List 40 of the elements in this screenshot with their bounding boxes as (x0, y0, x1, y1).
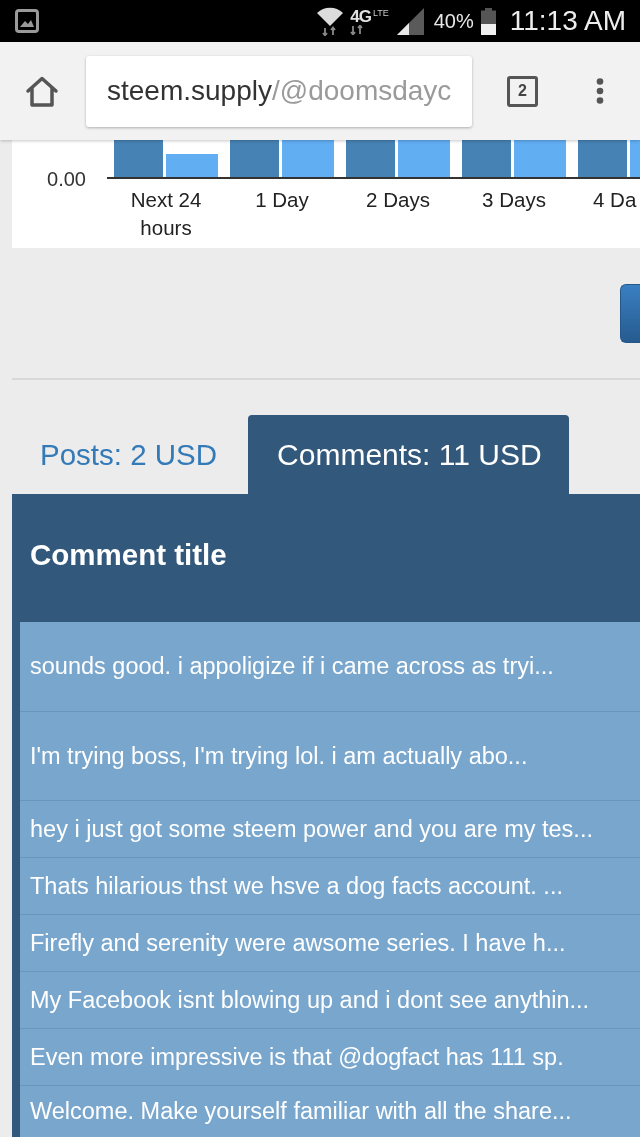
x-axis-label: 4 Da (592, 187, 638, 213)
comment-link[interactable]: sounds good. i appoligize if i came across as tryi... (20, 622, 640, 712)
network-type: 4G (350, 7, 371, 25)
clock: 11:13 AM (509, 5, 626, 37)
comment-link[interactable]: I'm trying boss, I'm trying lol. i am actually abo... (20, 712, 640, 801)
chart-bar (630, 140, 640, 177)
comment-link[interactable]: Firefly and serenity were awsome series. I have h... (20, 915, 640, 972)
chart-bar (114, 140, 163, 177)
panel-title: Comment title (29, 537, 228, 573)
chart-bar (282, 140, 334, 177)
network-subtype: LTE (372, 7, 389, 18)
tab-count-button[interactable]: 2 (507, 75, 538, 107)
comment-link[interactable]: Welcome. Make yourself familiar with all the share... (20, 1086, 640, 1137)
image-icon (15, 9, 39, 33)
tab[interactable]: Comments: 11 USD (248, 415, 569, 494)
comment-link[interactable]: Thats hilarious thst we hsve a dog facts account. ... (20, 858, 640, 915)
x-axis-label: 3 Days (481, 187, 547, 213)
chart-bar (398, 140, 450, 177)
x-axis-label: 1 Day (254, 187, 310, 213)
comment-link[interactable]: hey i just got some steem power and you are my tes... (20, 801, 640, 858)
chart-bar (166, 154, 218, 177)
y-axis-tick: 0.00 (47, 168, 86, 190)
comment-link[interactable]: My Facebook isnt blowing up and i dont see anythin... (20, 972, 640, 1029)
chart-bar (230, 140, 279, 177)
address-field[interactable]: steem.supply/@doomsdayc (86, 55, 472, 127)
x-axis-label: 2 Days (365, 187, 431, 213)
signal-icon (396, 7, 424, 35)
chart-bar (578, 140, 627, 177)
x-axis-label: Next 24 hours (129, 187, 203, 241)
home-icon[interactable] (25, 75, 59, 107)
chart-bar (462, 140, 511, 177)
battery-percent: 40% (433, 9, 474, 33)
tab[interactable]: Posts: 2 USD (12, 415, 249, 494)
chart-bar (346, 140, 395, 177)
comment-link[interactable]: Even more impressive is that @dogfact has 111 sp. (20, 1029, 640, 1086)
battery-icon (480, 7, 496, 35)
chart-bar (514, 140, 566, 177)
menu-icon[interactable] (596, 78, 604, 104)
data-arrows-icon (350, 24, 365, 35)
wifi-icon (316, 6, 345, 36)
